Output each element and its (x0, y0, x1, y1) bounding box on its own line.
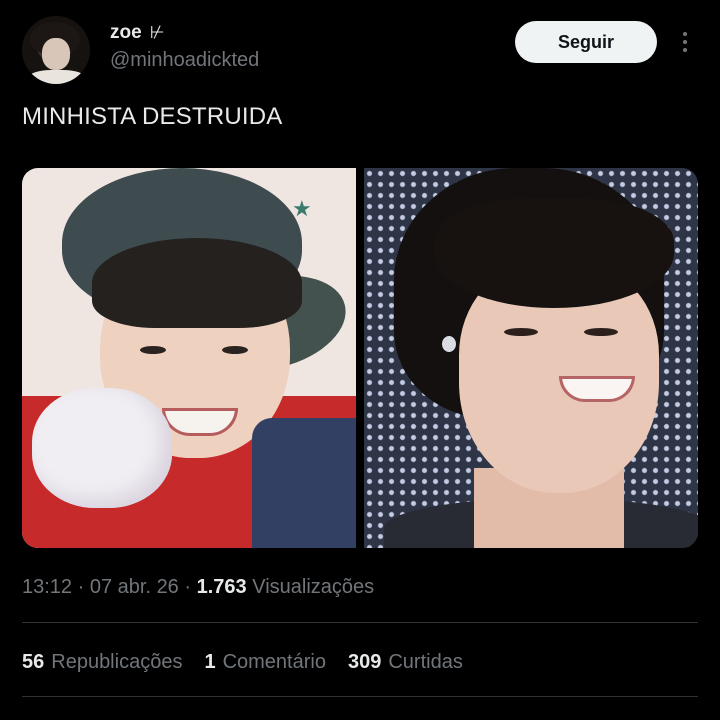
child-fist (32, 388, 172, 508)
reposts-stat[interactable]: 56 Republicações (22, 651, 182, 674)
tweet-stats: 56 Republicações 1 Comentário 309 Curtid… (22, 651, 463, 674)
author-name-glyph: ⊬ (149, 23, 165, 42)
author-handle[interactable]: @minhoadickted (110, 49, 259, 72)
adult-eye-left (504, 328, 538, 336)
meta-separator: · (72, 576, 90, 598)
adult-eye-right (584, 328, 618, 336)
reposts-count: 56 (22, 651, 45, 673)
author-name-row[interactable]: zoe ⊬ (110, 22, 165, 44)
child-eye-left (140, 346, 166, 354)
more-vertical-icon-dot (683, 40, 687, 44)
more-vertical-icon (683, 32, 687, 36)
tweet-meta: 13:12 · 07 abr. 26 · 1.763 Visualizações (22, 576, 374, 599)
more-options-button[interactable] (672, 26, 698, 58)
divider (22, 622, 698, 623)
tweet-media[interactable]: ★ (22, 168, 698, 548)
tweet-text: MINHISTA DESTRUIDA (22, 103, 283, 130)
media-photo-right[interactable] (364, 168, 698, 548)
child-jacket (252, 418, 356, 548)
views-count: 1.763 (196, 576, 247, 598)
likes-count: 309 (347, 651, 382, 673)
avatar-shirt (28, 70, 86, 84)
reposts-label: Republicações (51, 651, 183, 673)
adult-bangs (434, 198, 674, 308)
media-photo-left[interactable]: ★ (22, 168, 356, 548)
comments-label: Comentário (222, 651, 326, 673)
views-label: Visualizações (246, 576, 375, 598)
star-icon: ★ (292, 196, 312, 221)
likes-label: Curtidas (388, 651, 463, 673)
tweet-date[interactable]: 07 abr. 26 (90, 576, 179, 599)
divider (22, 696, 698, 697)
likes-stat[interactable]: 309 Curtidas (348, 651, 463, 674)
follow-button[interactable]: Seguir (515, 21, 657, 63)
comments-count: 1 (204, 651, 216, 673)
more-vertical-icon-dot (683, 48, 687, 52)
avatar-face (42, 38, 70, 70)
in-ear-monitor (442, 336, 456, 352)
meta-separator: · (178, 576, 197, 598)
author-avatar[interactable] (22, 16, 90, 84)
tweet-time[interactable]: 13:12 (22, 576, 72, 599)
comments-stat[interactable]: 1 Comentário (204, 651, 326, 674)
child-hair (92, 238, 302, 328)
child-eye-right (222, 346, 248, 354)
author-display-name[interactable]: zoe (110, 22, 142, 44)
